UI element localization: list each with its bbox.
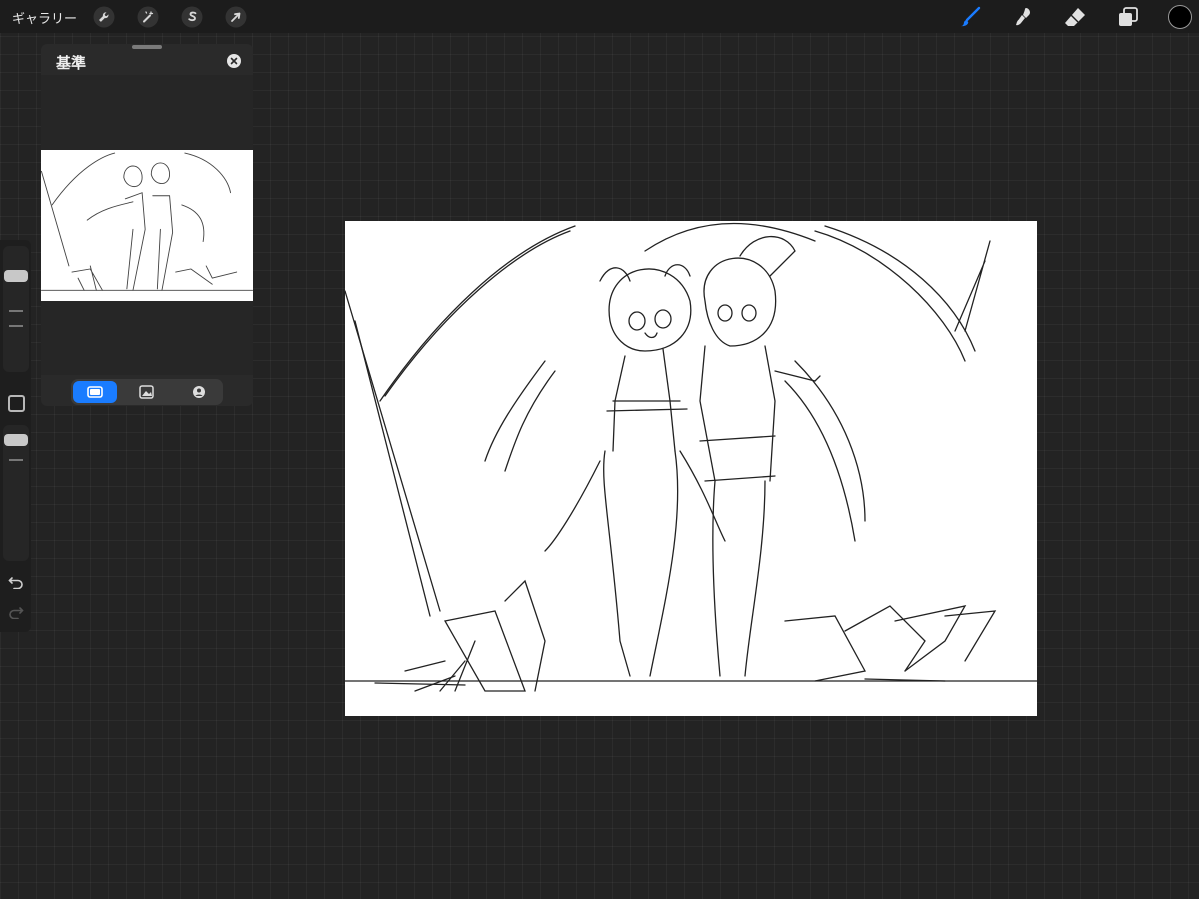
layers-icon[interactable] [1116,5,1140,29]
face-tab-icon [193,386,205,398]
gallery-button[interactable]: ギャラリー [12,8,77,27]
top-toolbar: ギャラリー [0,0,1199,33]
tab-face[interactable] [177,381,221,403]
eraser-icon[interactable] [1063,5,1087,29]
canvas-tab-icon [87,386,103,398]
slider-tick [9,310,23,312]
image-tab-icon [139,385,154,399]
reference-canvas-preview[interactable] [40,150,254,301]
brush-icon[interactable] [958,5,982,29]
selection-s-icon[interactable] [181,6,203,28]
modify-button[interactable] [8,395,25,412]
magic-wand-icon[interactable] [137,6,159,28]
close-icon[interactable] [227,54,241,68]
opacity-thumb[interactable] [4,434,28,446]
panel-title: 基準 [56,54,87,72]
tab-canvas[interactable] [73,381,117,403]
brush-size-slider[interactable] [3,246,29,372]
undo-icon[interactable] [8,573,24,589]
reference-panel: 基準 [40,44,254,406]
smudge-finger-icon[interactable] [1011,5,1035,29]
drawing-canvas[interactable] [344,221,1038,716]
slider-tick [9,325,23,327]
wrench-icon[interactable] [93,6,115,28]
panel-drag-handle[interactable] [132,45,162,49]
redo-icon[interactable] [8,603,24,619]
sketch-artwork [344,222,1038,692]
sketch-thumbnail [40,152,254,291]
left-sidebar [0,240,31,632]
slider-tick [9,459,23,461]
color-swatch[interactable] [1168,5,1192,29]
cursor-arrow-icon[interactable] [225,6,247,28]
brush-size-thumb[interactable] [4,270,28,282]
tab-image[interactable] [125,381,169,403]
reference-tab-group [71,379,223,405]
